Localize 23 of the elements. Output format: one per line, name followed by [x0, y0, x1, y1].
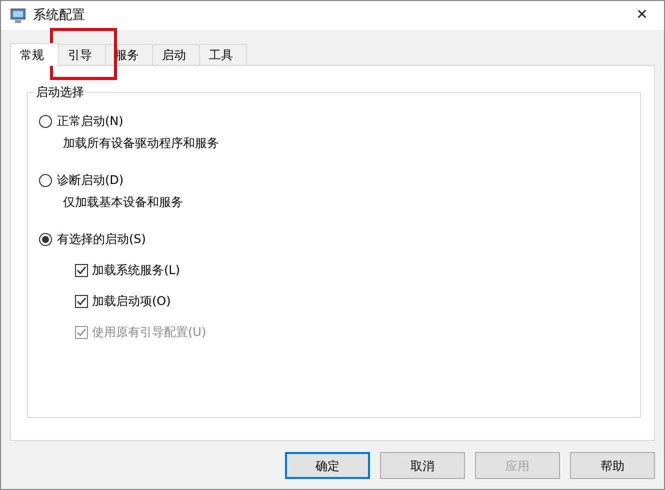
checkbox[interactable] — [75, 264, 88, 276]
dialog-button[interactable]: 取消 — [380, 452, 465, 479]
dialog-button[interactable]: 确定 — [285, 452, 370, 479]
checkbox-label: 加载系统服务(L) — [92, 262, 180, 279]
option-description: 加载所有设备驱动程序和服务 — [63, 136, 219, 150]
radio-label: 有选择的启动(S) — [57, 231, 146, 248]
tab[interactable]: 常规 — [10, 43, 59, 66]
checkbox-label: 加载启动项(O) — [92, 293, 171, 310]
tab[interactable]: 工具 — [199, 44, 247, 65]
window-title: 系统配置 — [33, 6, 85, 25]
radio-label: 诊断启动(D) — [57, 172, 124, 189]
radio-button[interactable] — [39, 174, 52, 186]
computer-icon — [10, 8, 27, 24]
option-description: 仅加载基本设备和服务 — [63, 195, 183, 209]
group-title: 启动选择 — [34, 84, 86, 100]
close-button[interactable]: ✕ — [620, 1, 664, 30]
radio-button[interactable] — [39, 114, 52, 128]
highlight-frame — [50, 28, 117, 80]
dialog-button[interactable]: 帮助 — [570, 452, 655, 479]
checkbox-label: 使用原有引导配置(U) — [92, 324, 206, 341]
radio-label: 正常启动(N) — [57, 113, 124, 130]
radio-button[interactable] — [39, 232, 52, 246]
checkbox[interactable] — [75, 294, 88, 308]
